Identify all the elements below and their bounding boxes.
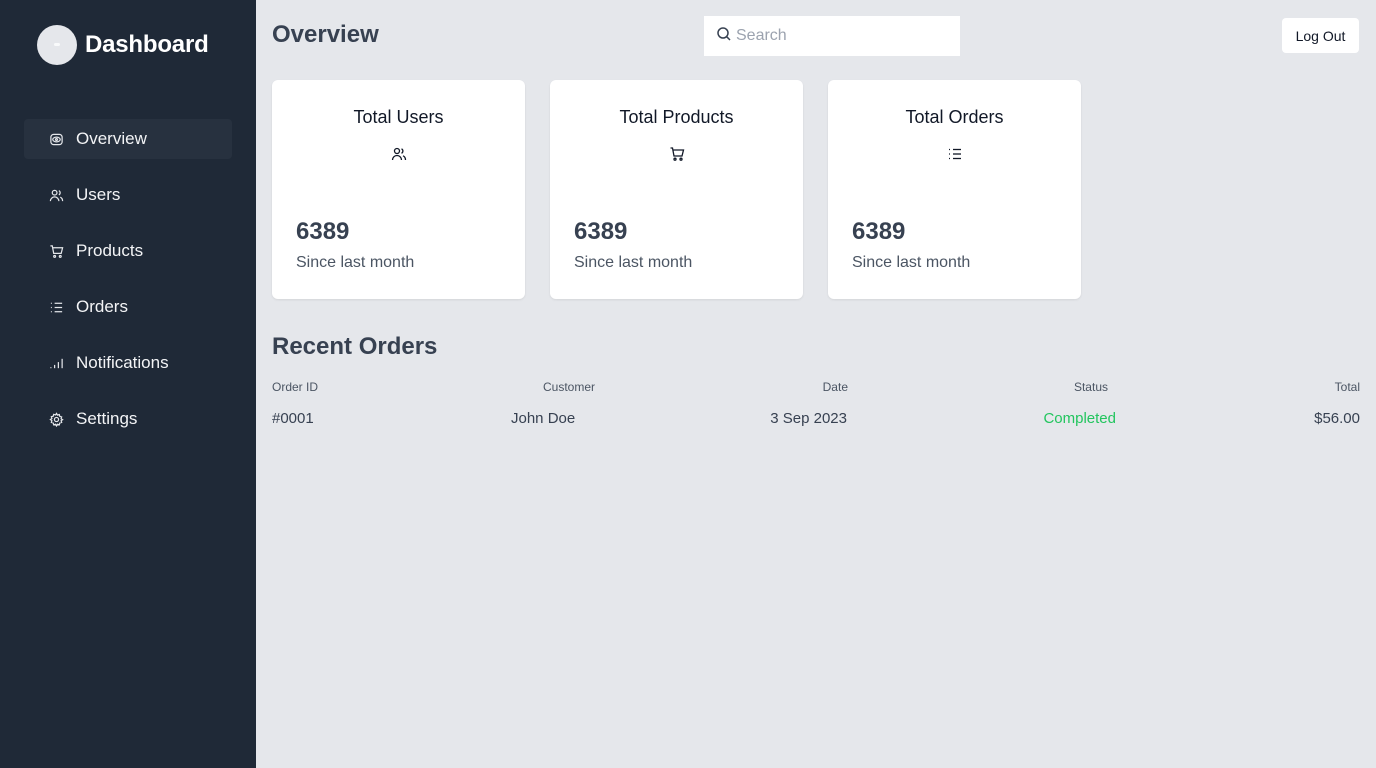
sidebar: Dashboard Overview Users Products Orders… [0, 0, 256, 768]
gear-icon [48, 411, 64, 427]
cart-icon [550, 146, 803, 162]
table-row[interactable]: #0001 John Doe 3 Sep 2023 Completed $56.… [272, 410, 1360, 430]
card-subtitle: Since last month [574, 254, 693, 271]
order-id-cell: #0001 [272, 410, 314, 427]
sidebar-item-label: Users [76, 185, 121, 204]
card-title: Total Users [353, 107, 444, 127]
card-value: 6389 [296, 218, 350, 245]
eye-icon [48, 131, 64, 147]
stat-card-users: Total Users 6389 Since last month [272, 80, 525, 299]
column-header-order-id: Order ID [272, 380, 319, 394]
sidebar-item-orders[interactable]: Orders [24, 287, 232, 327]
column-header-status: Status [1073, 380, 1108, 394]
logout-button[interactable]: Log Out [1282, 18, 1359, 53]
card-subtitle: Since last month [296, 254, 415, 271]
sidebar-item-settings[interactable]: Settings [24, 399, 232, 439]
sidebar-item-notifications[interactable]: Notifications [24, 343, 232, 383]
recent-orders-title: Recent Orders [272, 333, 438, 360]
brand-title: Dashboard [85, 31, 209, 58]
logo-avatar [37, 25, 77, 65]
list-icon [828, 146, 1081, 162]
table-header-row: Order ID Customer Date Status Total [272, 380, 1360, 400]
sidebar-item-label: Overview [76, 129, 147, 148]
sidebar-item-overview[interactable]: Overview [24, 119, 232, 159]
sidebar-nav: Overview Users Products Orders Notificat… [24, 119, 232, 455]
sidebar-item-label: Orders [76, 297, 128, 316]
list-icon [48, 299, 64, 315]
page-title: Overview [272, 21, 379, 48]
card-title: Total Orders [905, 107, 1004, 127]
card-subtitle: Since last month [852, 254, 971, 271]
users-icon [272, 146, 525, 162]
date-cell: 3 Sep 2023 [770, 410, 847, 427]
status-cell: Completed [1043, 410, 1116, 427]
sidebar-item-label: Products [76, 241, 144, 260]
sidebar-item-users[interactable]: Users [24, 175, 232, 215]
main-content: Overview Log Out Total Users 6389 Since [256, 0, 1376, 768]
card-value: 6389 [852, 218, 906, 245]
column-header-total: Total [1334, 380, 1360, 394]
customer-cell: John Doe [511, 410, 576, 427]
cart-icon [48, 243, 64, 259]
sidebar-item-label: Settings [76, 409, 138, 428]
stat-card-orders: Total Orders 6389 Since last month [828, 80, 1081, 299]
card-title: Total Products [619, 107, 734, 127]
signal-icon [48, 355, 64, 371]
sidebar-item-label: Notifications [76, 353, 169, 372]
column-header-date: Date [822, 380, 848, 394]
column-header-customer: Customer [543, 380, 596, 394]
total-cell: $56.00 [1314, 410, 1360, 427]
recent-orders-table: Order ID Customer Date Status Total #000… [272, 380, 1360, 430]
brand[interactable]: Dashboard [37, 25, 209, 65]
search-box[interactable] [704, 16, 960, 56]
stats-cards: Total Users 6389 Since last month Total … [272, 80, 1106, 299]
users-icon [48, 187, 64, 203]
stat-card-products: Total Products 6389 Since last month [550, 80, 803, 299]
card-value: 6389 [574, 218, 628, 245]
search-input[interactable] [736, 27, 936, 45]
search-icon [716, 26, 732, 47]
sidebar-item-products[interactable]: Products [24, 231, 232, 271]
